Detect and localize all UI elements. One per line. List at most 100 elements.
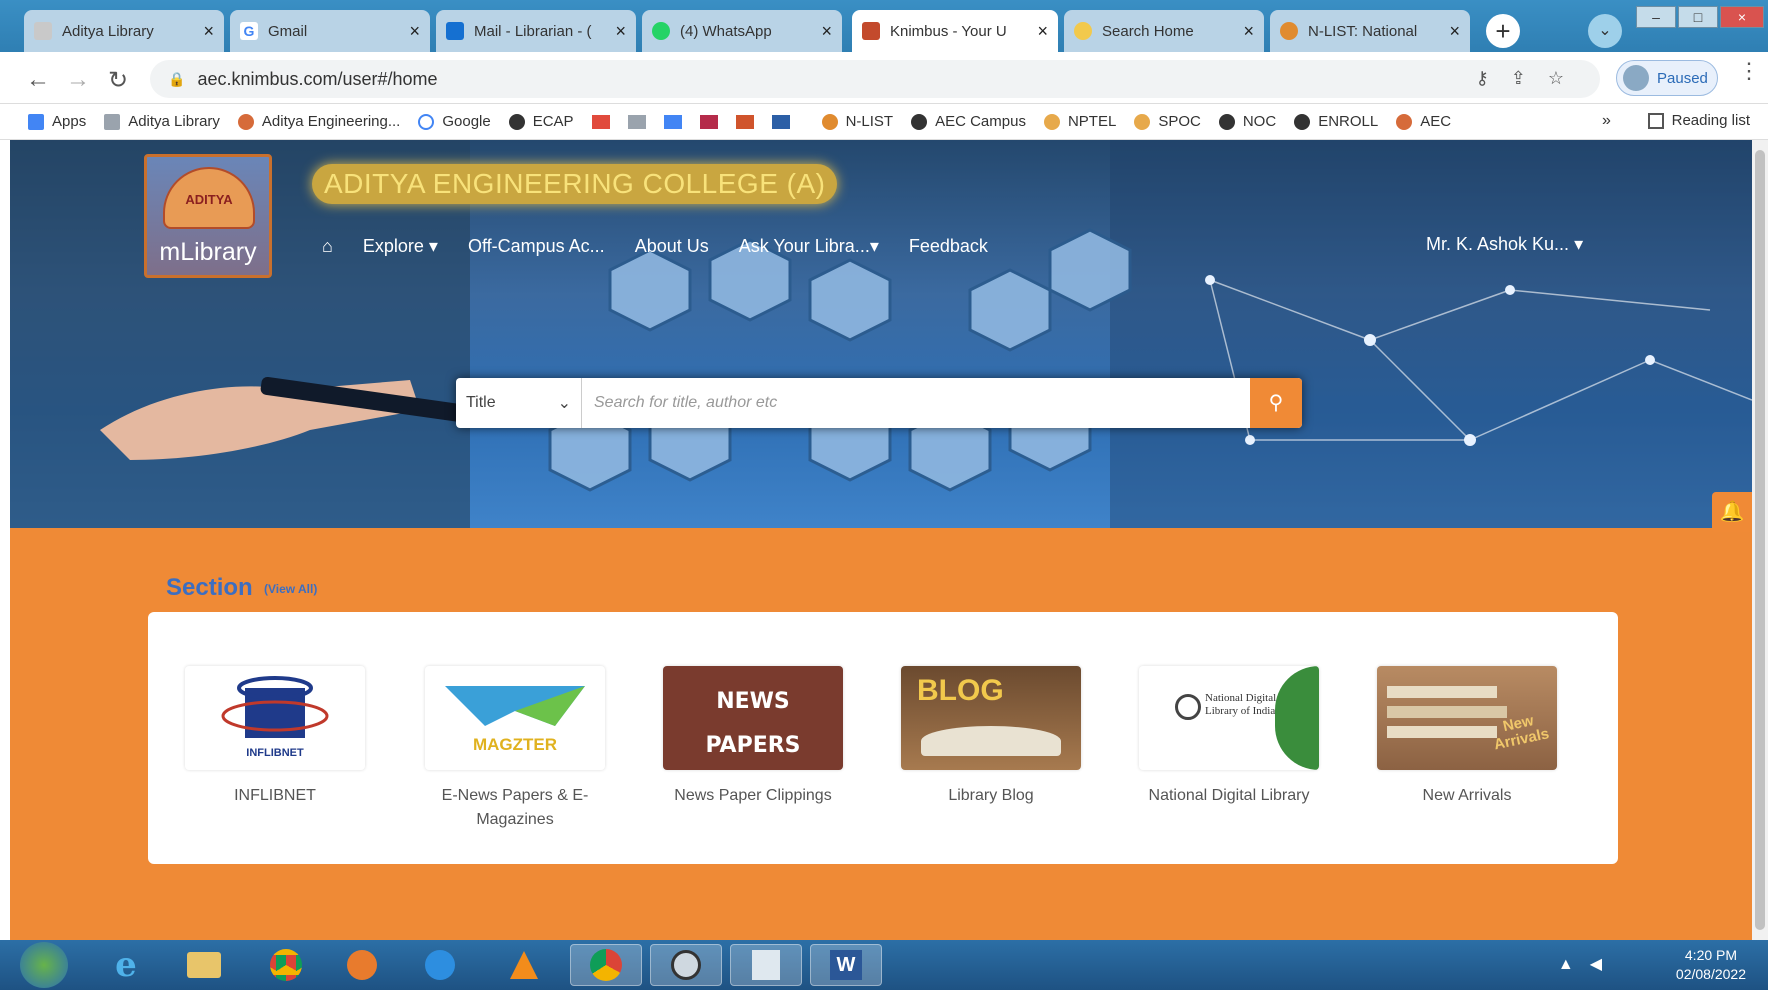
chrome-active-icon[interactable] — [570, 944, 642, 986]
section-item-label: E-News Papers & E-Magazines — [441, 787, 589, 828]
more-menu-icon[interactable]: ⋮ — [1738, 58, 1760, 84]
new-tab-button[interactable]: + — [1486, 14, 1520, 48]
taskbar-clock[interactable]: 4:20 PM 02/08/2022 — [1676, 946, 1746, 984]
hero-banner: ADITYA mLibrary ADITYA ENGINEERING COLLE… — [10, 140, 1752, 528]
bookmark-aditya-library[interactable]: Aditya Library — [104, 113, 220, 130]
bookmark-aditya-engineering[interactable]: Aditya Engineering... — [237, 113, 400, 130]
nlist-icon — [1280, 22, 1298, 40]
back-icon[interactable]: ← — [26, 66, 50, 94]
close-icon[interactable]: × — [821, 21, 832, 42]
lock-icon: 🔒 — [168, 70, 186, 87]
section-item-new-arrivals[interactable]: New Arrivals New Arrivals — [1372, 666, 1562, 808]
library-blog-thumbnail: BLOG — [901, 666, 1081, 770]
svg-text:INFLIBNET: INFLIBNET — [246, 747, 304, 759]
reading-list-icon — [1647, 112, 1664, 129]
profile-button[interactable]: Paused — [1616, 60, 1718, 96]
bookmark-red-icon — [699, 114, 718, 129]
tab-aditya-library[interactable]: Aditya Library × — [24, 10, 224, 52]
page-scrollbar[interactable] — [1752, 140, 1768, 940]
bookmark-apps[interactable]: Apps — [28, 113, 86, 130]
maximize-button[interactable]: □ — [1678, 6, 1718, 28]
close-icon[interactable]: × — [615, 21, 626, 42]
nav-feedback[interactable]: Feedback — [909, 236, 988, 257]
search-input[interactable] — [582, 378, 1250, 428]
globe-icon — [1294, 113, 1311, 130]
bookmark-nlist[interactable]: N-LIST — [821, 113, 893, 130]
close-window-button[interactable]: × — [1720, 6, 1764, 28]
reload-icon[interactable]: ↻ — [108, 66, 128, 95]
logo-text: mLibrary — [159, 238, 257, 266]
tab-whatsapp[interactable]: (4) WhatsApp × — [642, 10, 842, 52]
more-bookmarks-icon[interactable]: » — [1602, 112, 1611, 130]
edge-icon[interactable] — [410, 944, 470, 986]
section-item-label: INFLIBNET — [234, 787, 316, 804]
bookmark-icons-group[interactable] — [591, 114, 804, 129]
address-bar-actions[interactable]: ⚷⇪☆ — [1476, 68, 1586, 89]
close-icon[interactable]: × — [1243, 21, 1254, 42]
file-explorer-icon[interactable] — [174, 944, 234, 986]
section-item-ndl[interactable]: National Digital Library of India Nation… — [1134, 666, 1324, 808]
notepad-icon[interactable] — [730, 944, 802, 986]
chrome-icon[interactable] — [256, 944, 316, 986]
tab-search-home[interactable]: Search Home × — [1064, 10, 1264, 52]
system-tray[interactable]: ▲◀ — [1558, 954, 1618, 974]
close-icon[interactable]: × — [1449, 21, 1460, 42]
close-icon[interactable]: × — [409, 21, 420, 42]
bookmark-ecap[interactable]: ECAP — [508, 113, 574, 130]
nav-off-campus[interactable]: Off-Campus Ac... — [468, 236, 605, 257]
library-logo[interactable]: ADITYA mLibrary — [144, 154, 272, 278]
vlc-icon[interactable] — [494, 944, 554, 986]
word-icon[interactable]: W — [810, 944, 882, 986]
windows-taskbar: e W ▲◀ 4:20 PM 02/08/2022 — [0, 940, 1768, 990]
user-menu[interactable]: Mr. K. Ashok Ku... ▾ — [1426, 234, 1583, 255]
internet-explorer-icon[interactable]: e — [96, 944, 156, 986]
section-item-library-blog[interactable]: BLOG Library Blog — [896, 666, 1086, 808]
address-bar[interactable]: 🔒 aec.knimbus.com/user#/home ⚷⇪☆ — [150, 60, 1600, 98]
tab-gmail[interactable]: G Gmail × — [230, 10, 430, 52]
scrollbar-thumb[interactable] — [1755, 150, 1765, 930]
outlook-icon — [446, 22, 464, 40]
apps-grid-icon — [28, 113, 44, 130]
app-window-icon[interactable] — [650, 944, 722, 986]
section-item-news-clippings[interactable]: NEWS PAPERS CLIPPINGS News Paper Clippin… — [658, 666, 848, 808]
section-item-inflibnet[interactable]: INFLIBNET INFLIBNET — [180, 666, 370, 808]
close-icon[interactable]: × — [203, 21, 214, 42]
tab-nlist[interactable]: N-LIST: National × — [1270, 10, 1470, 52]
bookmarks-bar: Apps Aditya Library Aditya Engineering..… — [0, 104, 1768, 140]
forward-icon[interactable]: → — [66, 66, 90, 94]
bookmark-nptel[interactable]: NPTEL — [1043, 113, 1116, 130]
bookmark-google[interactable]: Google — [418, 113, 491, 130]
bookmark-spoc[interactable]: SPOC — [1134, 113, 1201, 130]
nav-about-us[interactable]: About Us — [635, 236, 709, 257]
bookmark-aec[interactable]: AEC — [1396, 113, 1451, 130]
college-name-banner: ADITYA ENGINEERING COLLEGE (A) — [312, 164, 838, 204]
reading-list-button[interactable]: Reading list — [1647, 112, 1750, 129]
knimbus-icon — [862, 22, 880, 40]
bookmark-aec-campus[interactable]: AEC Campus — [911, 113, 1026, 130]
tab-search-button[interactable]: ⌄ — [1588, 14, 1622, 48]
media-player-icon[interactable] — [332, 944, 392, 986]
college-icon — [1396, 113, 1413, 130]
section-item-label: News Paper Clippings — [674, 787, 832, 804]
section-heading: Section — [166, 574, 253, 601]
start-button[interactable] — [20, 942, 68, 988]
caret-down-icon: ▾ — [1574, 234, 1584, 254]
page-icon — [34, 22, 52, 40]
search-type-select[interactable]: Title ⌄ — [456, 378, 582, 428]
search-button[interactable]: ⚲ — [1250, 378, 1302, 428]
nav-explore[interactable]: Explore ▾ — [363, 236, 438, 257]
minimize-button[interactable]: – — [1636, 6, 1676, 28]
section-item-magazines[interactable]: MAGZTER E-News Papers & E-Magazines — [420, 666, 610, 832]
search-icon: ⚲ — [1268, 392, 1284, 414]
close-icon[interactable]: × — [1037, 21, 1048, 42]
home-icon[interactable]: ⌂ — [322, 236, 333, 257]
main-nav: ⌂ Explore ▾ Off-Campus Ac... About Us As… — [322, 236, 1018, 257]
nav-ask-librarian[interactable]: Ask Your Libra...▾ — [739, 236, 879, 257]
view-all-link[interactable]: (View All) — [264, 582, 317, 596]
tab-mail-librarian[interactable]: Mail - Librarian - ( × — [436, 10, 636, 52]
browser-tab-strip: Aditya Library × G Gmail × Mail - Librar… — [0, 0, 1768, 52]
bookmark-noc[interactable]: NOC — [1218, 113, 1276, 130]
tab-knimbus[interactable]: Knimbus - Your U × — [852, 10, 1058, 52]
notification-bell-icon[interactable]: 🔔 — [1712, 492, 1752, 532]
bookmark-enroll[interactable]: ENROLL — [1294, 113, 1378, 130]
